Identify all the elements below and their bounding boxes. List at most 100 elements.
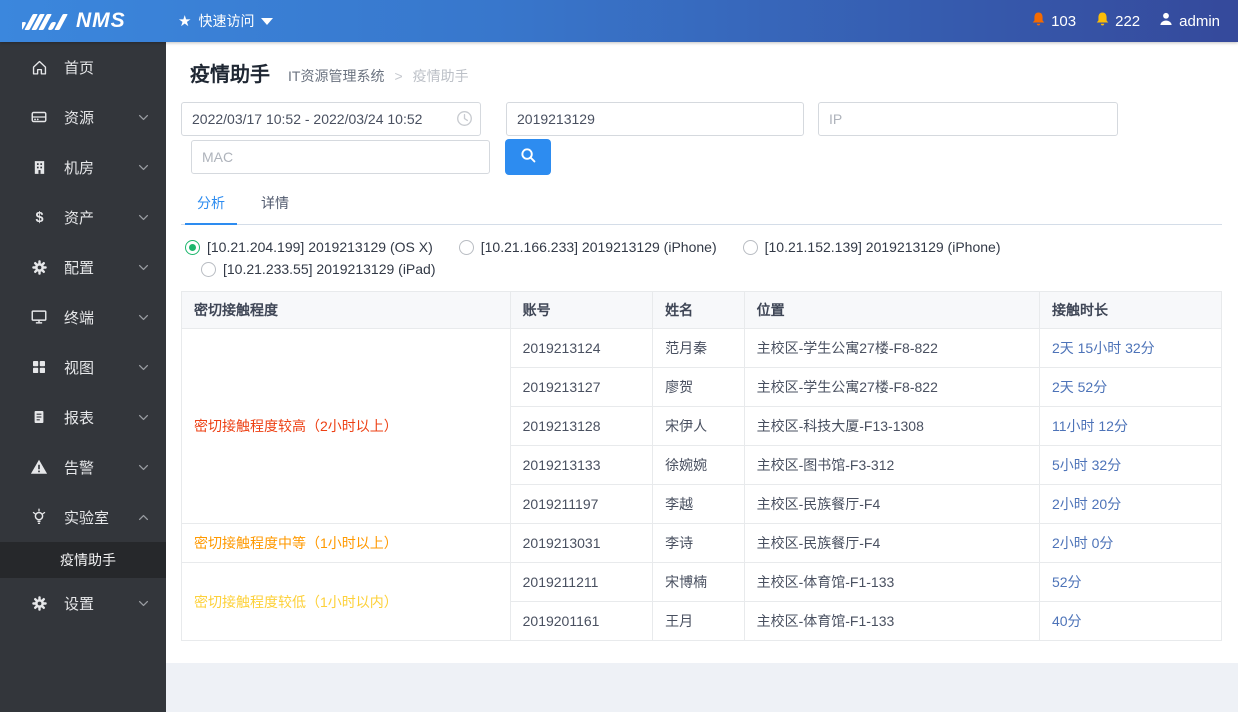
tab-details[interactable]: 详情: [249, 193, 301, 225]
breadcrumb-current: 疫情助手: [412, 68, 469, 84]
sidebar-item-label: 终端: [64, 309, 95, 327]
sidebar-item-label: 机房: [64, 159, 95, 177]
user-icon: [1158, 11, 1174, 31]
sidebar-subitem-epidemic-assistant[interactable]: 疫情助手: [0, 542, 166, 578]
gear-icon: [30, 258, 48, 276]
column-header: 账号: [509, 291, 654, 329]
table-row: 密切接触程度中等（1小时以上） 2019213031 李诗 主校区-民族餐厅-F4 2小…: [181, 523, 1223, 563]
chevron-down-icon: [137, 211, 150, 224]
sidebar-item-views[interactable]: 视图: [0, 342, 166, 392]
svg-text:$: $: [35, 210, 43, 226]
search-button[interactable]: [505, 139, 551, 175]
duration-cell[interactable]: 2天 52分: [1038, 367, 1223, 407]
quick-access-menu[interactable]: ★ 快速访问: [178, 11, 274, 31]
home-icon: [30, 58, 48, 76]
sidebar-item-resources[interactable]: 资源: [0, 92, 166, 142]
ip-input[interactable]: [818, 102, 1118, 136]
radio-unselected-icon[interactable]: [201, 261, 216, 277]
name-cell: 李越: [652, 484, 745, 524]
account-cell: 2019213127: [509, 367, 654, 407]
sidebar-item-alerts[interactable]: 告警: [0, 442, 166, 492]
date-range-input[interactable]: [181, 102, 481, 136]
sidebar-item-label: 资源: [64, 109, 95, 127]
main-content: 疫情助手 IT资源管理系统 > 疫情助手 2022/03/17 10:52 - …: [166, 42, 1238, 712]
brand-logo-icon: [22, 10, 68, 32]
chevron-down-icon: [137, 311, 150, 324]
report-icon: [30, 408, 48, 426]
grid-icon: [30, 358, 48, 376]
top-bar: NMS ★ 快速访问 103 222 admin: [0, 0, 1238, 42]
duration-cell[interactable]: 52分: [1038, 562, 1223, 602]
duration-cell[interactable]: 2天 15小时 32分: [1038, 328, 1223, 368]
device-radio-2[interactable]: [10.21.152.139] 2019213129 (iPhone): [742, 239, 1000, 255]
chevron-down-icon: [137, 461, 150, 474]
sidebar-item-assets[interactable]: $ 资产: [0, 192, 166, 242]
account-input[interactable]: [506, 102, 804, 136]
settings-icon: [30, 594, 48, 612]
sidebar-item-terminal[interactable]: 终端: [0, 292, 166, 342]
contact-level-cell: 密切接触程度较低（1小时以内）: [181, 562, 511, 641]
monitor-icon: [30, 308, 48, 326]
account-cell: 2019213031: [509, 523, 654, 563]
breadcrumb-root[interactable]: IT资源管理系统: [288, 66, 384, 86]
name-cell: 王月: [652, 601, 745, 641]
account-cell: 2019211211: [509, 562, 654, 602]
brand-logo[interactable]: NMS: [0, 9, 166, 33]
tab-analysis[interactable]: 分析: [185, 193, 237, 225]
column-header: 位置: [743, 291, 1040, 329]
device-radio-group: [10.21.204.199] 2019213129 (OS X) [10.21.…: [181, 239, 1222, 277]
mac-input[interactable]: [191, 140, 490, 174]
sidebar-item-label: 实验室: [64, 509, 110, 527]
chevron-down-icon: [137, 161, 150, 174]
chevron-down-icon: [137, 361, 150, 374]
sidebar-item-label: 配置: [64, 259, 95, 277]
name-cell: 李诗: [652, 523, 745, 563]
dollar-icon: $: [30, 208, 48, 226]
device-radio-label: [10.21.166.233] 2019213129 (iPhone): [480, 239, 717, 255]
sidebar-item-settings[interactable]: 设置: [0, 578, 166, 628]
sidebar-item-rooms[interactable]: 机房: [0, 142, 166, 192]
location-cell: 主校区-民族餐厅-F4: [743, 484, 1040, 524]
search-icon: [520, 147, 537, 167]
bulb-icon: [30, 508, 48, 526]
location-cell: 主校区-科技大厦-F13-1308: [743, 406, 1040, 446]
alarm-badge-warning[interactable]: 222: [1094, 11, 1140, 32]
radio-selected-icon[interactable]: [185, 239, 200, 255]
username: admin: [1179, 12, 1220, 30]
sidebar-item-lab[interactable]: 实验室: [0, 492, 166, 542]
table-row: 密切接触程度较高（2小时以上） 2019213124 范月秦 主校区-学生公寓27楼-…: [181, 328, 1223, 524]
sidebar-item-config[interactable]: 配置: [0, 242, 166, 292]
sidebar-item-reports[interactable]: 报表: [0, 392, 166, 442]
location-cell: 主校区-学生公寓27楼-F8-822: [743, 328, 1040, 368]
alarm-count: 103: [1051, 12, 1077, 30]
caret-down-icon: [261, 17, 274, 25]
duration-cell[interactable]: 2小时 0分: [1038, 523, 1223, 563]
sidebar-item-home[interactable]: 首页: [0, 42, 166, 92]
sidebar-item-label: 报表: [64, 409, 95, 427]
content-card: 疫情助手 IT资源管理系统 > 疫情助手 2022/03/17 10:52 - …: [166, 42, 1238, 663]
duration-cell[interactable]: 11小时 12分: [1038, 406, 1223, 446]
alarm-badge-critical[interactable]: 103: [1030, 11, 1076, 32]
topbar-right: 103 222 admin: [1030, 11, 1238, 32]
name-cell: 宋伊人: [652, 406, 745, 446]
column-header: 密切接触程度: [181, 291, 511, 329]
device-radio-1[interactable]: [10.21.166.233] 2019213129 (iPhone): [458, 239, 717, 255]
brand-name: NMS: [76, 9, 126, 32]
radio-unselected-icon[interactable]: [742, 239, 758, 255]
location-cell: 主校区-体育馆-F1-133: [743, 601, 1040, 641]
radio-unselected-icon[interactable]: [458, 239, 474, 255]
sidebar-item-label: 设置: [64, 595, 95, 613]
account-cell: 2019213128: [509, 406, 654, 446]
device-radio-0[interactable]: [10.21.204.199] 2019213129 (OS X): [185, 239, 433, 255]
user-menu[interactable]: admin: [1158, 11, 1220, 31]
account-cell: 2019213124: [509, 328, 654, 368]
location-cell: 主校区-图书馆-F3-312: [743, 445, 1040, 485]
duration-cell[interactable]: 5小时 32分: [1038, 445, 1223, 485]
star-icon: ★: [178, 12, 192, 30]
contact-level-cell: 密切接触程度中等（1小时以上）: [181, 523, 511, 563]
duration-cell[interactable]: 40分: [1038, 601, 1223, 641]
account-cell: 2019213133: [509, 445, 654, 485]
name-cell: 廖贺: [652, 367, 745, 407]
duration-cell[interactable]: 2小时 20分: [1038, 484, 1223, 524]
device-radio-3[interactable]: [10.21.233.55] 2019213129 (iPad): [201, 261, 436, 277]
